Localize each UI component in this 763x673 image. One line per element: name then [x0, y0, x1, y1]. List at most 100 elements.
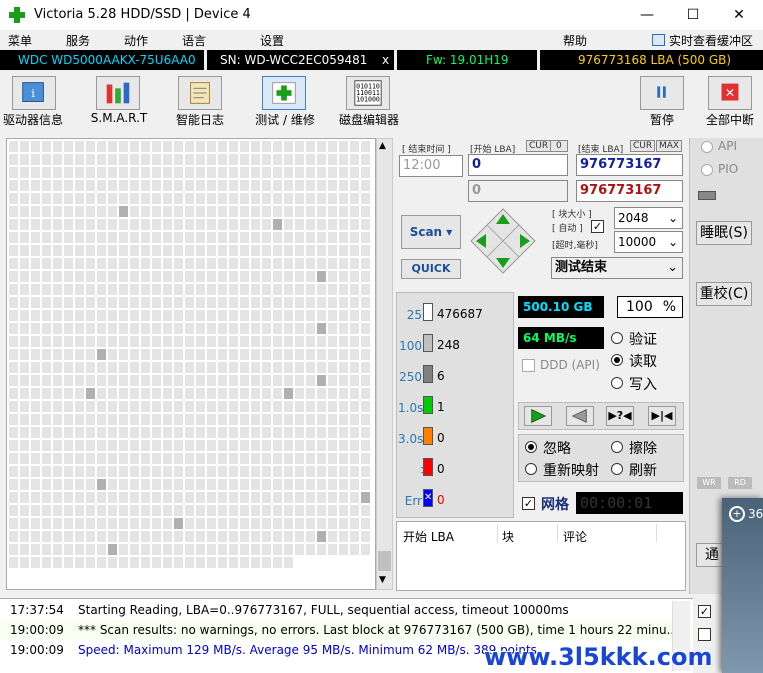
drive-model[interactable]: WDC WD5000AAKX-75U6AA0	[4, 52, 204, 69]
legend-color-box[interactable]	[423, 334, 433, 352]
grid-cell	[240, 375, 249, 386]
plus-circle-icon[interactable]: +	[729, 506, 745, 522]
direction-pad[interactable]	[470, 208, 536, 274]
end-time-input[interactable]: 12:00	[399, 155, 463, 177]
play-button[interactable]	[524, 406, 552, 426]
legend-color-box[interactable]	[423, 365, 433, 383]
grid-cell	[108, 323, 117, 334]
grid-cell	[163, 557, 172, 568]
end-lba-cur-button[interactable]: CUR	[630, 140, 656, 152]
test-repair-label[interactable]: 测试 / 维修	[250, 111, 320, 128]
smart-log-label[interactable]: 智能日志	[168, 111, 232, 128]
legend-color-box[interactable]	[423, 396, 433, 414]
menu-item-service[interactable]: 服务	[66, 32, 90, 49]
grid-cell	[350, 505, 359, 516]
jump-button[interactable]: ▶?◀	[606, 406, 634, 426]
start-lba-cur-button[interactable]: CUR	[526, 140, 552, 152]
scan-button[interactable]: Scan ▾	[401, 215, 461, 249]
drive-info-icon[interactable]: i	[12, 76, 56, 110]
drive-info-label[interactable]: 驱动器信息	[0, 111, 66, 128]
end-lba-input[interactable]: 976773167	[576, 154, 683, 176]
grid-cell	[229, 154, 238, 165]
legend-color-box[interactable]	[423, 303, 433, 321]
pause-icon[interactable]	[640, 76, 684, 110]
grid-cell	[152, 505, 161, 516]
grid-cell	[251, 206, 260, 217]
legend-color-box[interactable]	[423, 458, 433, 476]
close-button[interactable]: ✕	[716, 0, 762, 30]
erase-radio[interactable]	[611, 441, 623, 453]
menu-item-action[interactable]: 动作	[124, 32, 148, 49]
chevron-down-icon: ⌄	[667, 235, 678, 249]
grid-cell	[20, 180, 29, 191]
verify-radio[interactable]	[611, 332, 623, 344]
grid-cell	[185, 141, 194, 152]
disk-editor-label[interactable]: 磁盘编辑器	[334, 111, 404, 128]
auto-checkbox[interactable]: ✓	[591, 220, 604, 233]
maximize-button[interactable]: ☐	[670, 0, 716, 30]
recalibrate-button[interactable]: 重校(C)	[696, 282, 752, 306]
smart-label[interactable]: S.M.A.R.T	[84, 111, 154, 125]
start-lba-zero-button[interactable]: 0	[550, 140, 568, 152]
scroll-up-arrow[interactable]: ▲	[379, 141, 386, 151]
legend-color-box[interactable]	[423, 427, 433, 445]
grid-cell	[240, 336, 249, 347]
grid-cell	[196, 479, 205, 490]
grid-cell	[229, 414, 238, 425]
legend-label: Err	[404, 494, 422, 508]
write-radio[interactable]	[611, 377, 623, 389]
start-lba-input[interactable]: 0	[468, 154, 568, 176]
grid-cell	[174, 180, 183, 191]
side-checkbox-1[interactable]: ✓	[698, 605, 711, 618]
menu-item-language[interactable]: 语言	[182, 32, 206, 49]
refresh-radio[interactable]	[611, 463, 623, 475]
scroll-down-arrow[interactable]: ▼	[379, 575, 386, 585]
stop-all-label[interactable]: 全部中断	[700, 111, 760, 128]
drive-close-button[interactable]: x	[382, 52, 394, 69]
grid-scrollbar[interactable]: ▲ ▼	[376, 138, 393, 590]
menu-item-settings[interactable]: 设置	[260, 32, 284, 49]
grid-cell	[339, 544, 348, 555]
scroll-thumb[interactable]	[378, 551, 391, 571]
grid-cell	[295, 232, 304, 243]
sleep-button[interactable]: 睡眠(S)	[696, 221, 752, 245]
realtime-buffer-link[interactable]: 实时查看缓冲区	[669, 32, 753, 49]
grid-cell	[328, 336, 337, 347]
minimize-button[interactable]: —	[624, 0, 670, 30]
grid-cell	[240, 362, 249, 373]
smart-log-icon[interactable]	[178, 76, 222, 110]
back-button[interactable]	[566, 406, 594, 426]
end-lba-max-button[interactable]: MAX	[656, 140, 683, 152]
grid-cell	[284, 440, 293, 451]
smart-icon[interactable]	[96, 76, 140, 110]
overlay-widget[interactable]	[722, 498, 763, 673]
grid-cell	[229, 388, 238, 399]
timeout-select[interactable]: 10000 ⌄	[614, 231, 683, 253]
grid-cell	[97, 167, 106, 178]
api-radio[interactable]	[701, 141, 713, 153]
pio-radio[interactable]	[701, 164, 713, 176]
pause-label[interactable]: 暂停	[640, 111, 684, 128]
stop-all-icon[interactable]: ✕	[708, 76, 752, 110]
grid-cell	[31, 271, 40, 282]
menu-item-main[interactable]: 菜单	[8, 32, 32, 49]
side-checkbox-2[interactable]	[698, 628, 711, 641]
ddd-checkbox[interactable]	[522, 359, 535, 372]
status-select[interactable]: 测试结束 ⌄	[551, 257, 683, 279]
end-button[interactable]: ▶|◀	[648, 406, 676, 426]
grid-cell	[42, 180, 51, 191]
grid-cell	[75, 362, 84, 373]
grid-cell	[20, 440, 29, 451]
legend-color-box[interactable]: ✕	[423, 489, 433, 507]
read-radio[interactable]	[611, 354, 623, 366]
remap-radio[interactable]	[525, 463, 537, 475]
grid-cell	[64, 466, 73, 477]
grid-checkbox[interactable]: ✓	[522, 497, 535, 510]
block-size-select[interactable]: 2048 ⌄	[614, 207, 683, 229]
ignore-radio[interactable]	[525, 441, 537, 453]
test-repair-icon[interactable]	[262, 76, 306, 110]
quick-button[interactable]: QUICK	[401, 259, 461, 279]
menu-item-help[interactable]: 帮助	[563, 32, 587, 49]
disk-editor-icon[interactable]: 010110 110011 101000	[346, 76, 390, 110]
grid-cell	[284, 232, 293, 243]
